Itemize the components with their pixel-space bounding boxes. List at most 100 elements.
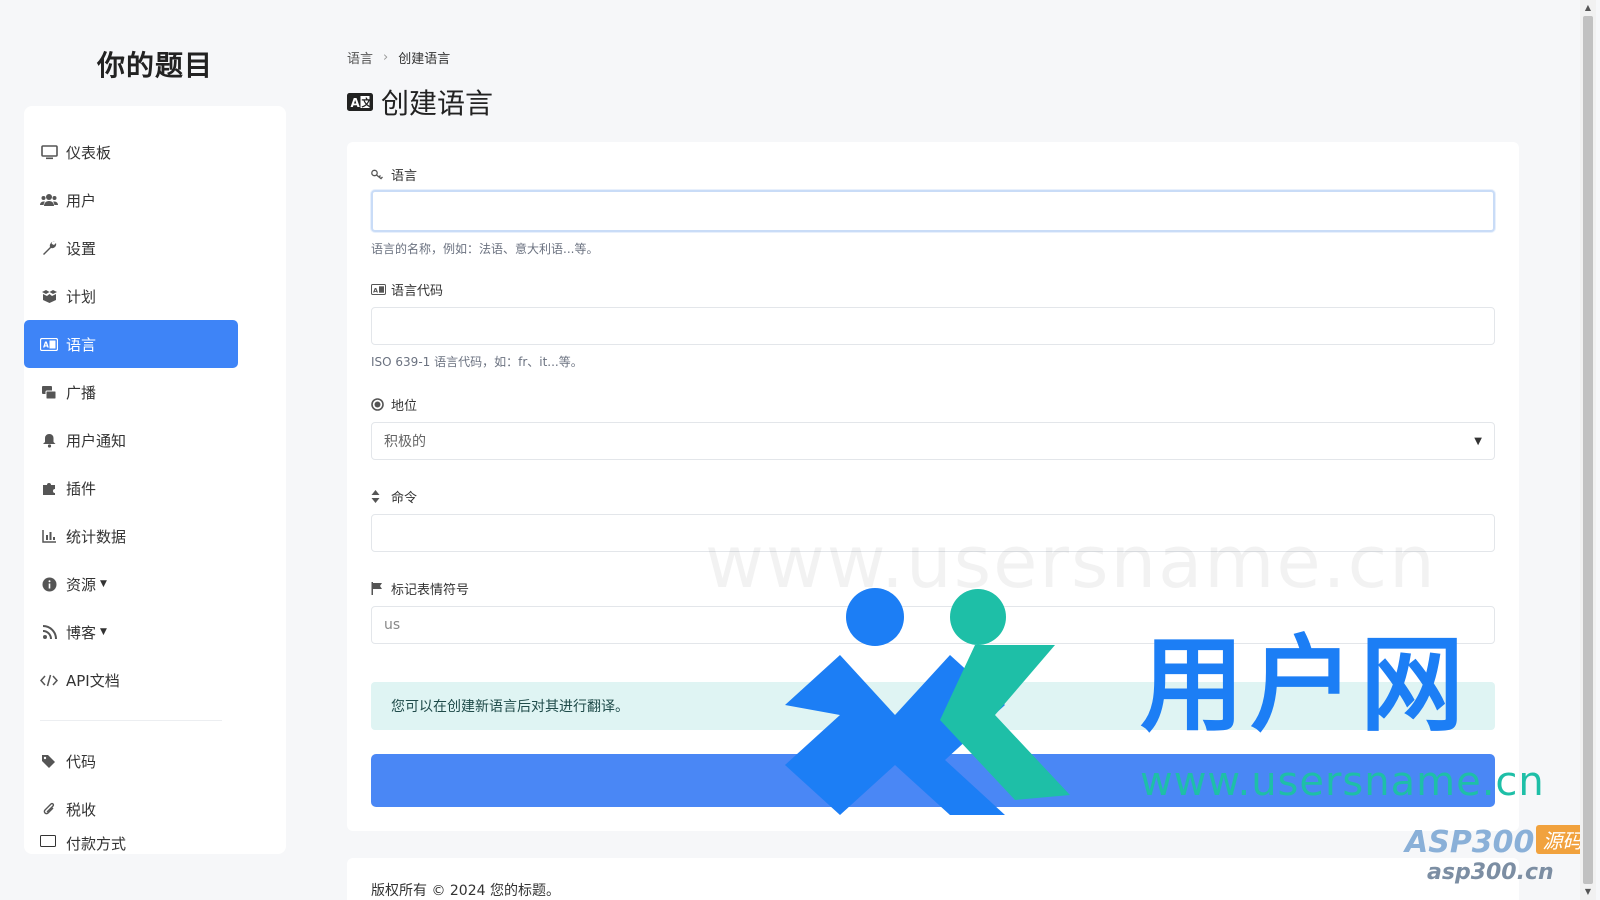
sidebar-item-label: 广播 [66, 383, 97, 402]
order-input[interactable] [371, 514, 1495, 552]
broadcast-icon [40, 383, 58, 401]
sidebar-item-coupons[interactable]: 代码 [24, 737, 238, 785]
submit-button[interactable] [371, 754, 1495, 807]
sidebar-item-users[interactable]: 用户 [24, 176, 238, 224]
breadcrumb-link-languages[interactable]: 语言 [347, 48, 373, 67]
language-label: 语言 [371, 164, 1495, 184]
sidebar-item-label: 代码 [66, 752, 97, 771]
sidebar-item-plans[interactable]: 计划 [24, 272, 238, 320]
code-help-text: ISO 639-1 语言代码，如：fr、it...等。 [371, 355, 583, 369]
flag-label-text: 标记表情符号 [391, 582, 470, 598]
scrollbar-thumb[interactable] [1583, 16, 1593, 884]
monitor-icon [40, 143, 58, 161]
paperclip-icon [40, 800, 58, 818]
svg-text:文: 文 [362, 97, 373, 110]
language-icon: A [40, 335, 58, 353]
sidebar-nav: 仪表板 用户 设置 计划 A 语言 广播 用户通知 插件 统计数据 资源 ▼ 博… [24, 128, 238, 853]
radio-dot-icon [371, 397, 387, 411]
footer-copyright: 版权所有 © 2024 您的标题。 [371, 883, 560, 899]
status-field-group: 地位 积极的 ▼ [371, 394, 1495, 460]
box-icon [40, 287, 58, 305]
language-icon: A [371, 282, 387, 296]
divider [40, 720, 222, 721]
bell-icon [40, 431, 58, 449]
footer: 版权所有 © 2024 您的标题。 [347, 858, 1519, 900]
chevron-down-icon: ▼ [1474, 435, 1482, 447]
sidebar-item-label: 插件 [66, 479, 97, 498]
order-label-text: 命令 [391, 490, 418, 506]
status-selected-value: 积极的 [384, 434, 426, 450]
flag-icon [371, 581, 387, 595]
svg-text:A: A [43, 340, 49, 349]
sidebar-item-plugins[interactable]: 插件 [24, 464, 238, 512]
sidebar-item-label: 用户 [66, 191, 97, 210]
language-label-text: 语言 [391, 168, 418, 184]
sidebar-item-label: 语言 [66, 335, 97, 354]
breadcrumb-current: 创建语言 [398, 52, 451, 67]
sidebar-item-blog[interactable]: 博客 ▼ [24, 608, 238, 656]
code-icon [40, 671, 58, 689]
sidebar-item-label: 仪表板 [66, 143, 112, 162]
status-select[interactable]: 积极的 ▼ [371, 422, 1495, 460]
sidebar-item-broadcast[interactable]: 广播 [24, 368, 238, 416]
rss-icon [40, 623, 58, 641]
sidebar-item-resources[interactable]: 资源 ▼ [24, 560, 238, 608]
sidebar-item-label: 税收 [66, 800, 97, 819]
create-language-form: 语言 语言的名称，例如：法语、意大利语...等。 A 语言代码 ISO 639-… [347, 142, 1519, 831]
sidebar-item-label: 资源 [66, 575, 97, 594]
code-label-text: 语言代码 [391, 283, 444, 299]
info-icon [40, 575, 58, 593]
sidebar-item-label: 用户通知 [66, 431, 127, 450]
language-help-text: 语言的名称，例如：法语、意大利语...等。 [371, 242, 599, 256]
language-icon: A文 [347, 93, 373, 111]
puzzle-icon [40, 479, 58, 497]
sidebar-item-notifications[interactable]: 用户通知 [24, 416, 238, 464]
tags-icon [40, 752, 58, 770]
page-title-text: 创建语言 [381, 87, 494, 120]
sidebar-item-payment-methods[interactable]: 付款方式 [24, 833, 238, 853]
status-label: 地位 [371, 394, 1495, 414]
sidebar-item-settings[interactable]: 设置 [24, 224, 238, 272]
sidebar-item-label: 付款方式 [66, 835, 127, 853]
sidebar-item-taxes[interactable]: 税收 [24, 785, 238, 833]
svg-text:A: A [351, 96, 361, 110]
info-alert-text: 您可以在创建新语言后对其进行翻译。 [391, 699, 629, 715]
language-name-input[interactable] [371, 190, 1495, 232]
card-icon [40, 833, 58, 851]
site-title: 你的题目 [96, 49, 213, 82]
page-scrollbar[interactable]: ▲ ▼ [1580, 0, 1596, 900]
breadcrumb: 语言 › 创建语言 [347, 48, 450, 67]
code-label: A 语言代码 [371, 279, 1495, 299]
page-title: A文 创建语言 [347, 82, 493, 122]
sidebar-item-label: 计划 [66, 287, 97, 306]
wrench-icon [40, 239, 58, 257]
sidebar-item-dashboard[interactable]: 仪表板 [24, 128, 238, 176]
sidebar-item-languages[interactable]: A 语言 [24, 320, 238, 368]
users-icon [40, 191, 58, 209]
sidebar-item-api-docs[interactable]: API文档 [24, 656, 238, 704]
scroll-down-icon[interactable]: ▼ [1580, 884, 1596, 900]
sidebar-item-statistics[interactable]: 统计数据 [24, 512, 238, 560]
flag-emoji-input[interactable]: us [371, 606, 1495, 644]
chevron-down-icon: ▼ [100, 579, 107, 589]
flag-field-group: 标记表情符号 us [371, 578, 1495, 644]
key-icon [371, 167, 387, 181]
language-field-group: 语言 语言的名称，例如：法语、意大利语...等。 [371, 164, 1495, 257]
svg-text:A: A [373, 286, 378, 294]
flag-label: 标记表情符号 [371, 578, 1495, 598]
language-code-input[interactable] [371, 307, 1495, 345]
scroll-up-icon[interactable]: ▲ [1580, 0, 1596, 16]
order-label: 命令 [371, 486, 1495, 506]
info-alert: 您可以在创建新语言后对其进行翻译。 [371, 682, 1495, 730]
chevron-right-icon: › [383, 50, 389, 65]
status-label-text: 地位 [391, 398, 418, 414]
sidebar-item-label: API文档 [66, 671, 120, 690]
sidebar-item-label: 统计数据 [66, 527, 127, 546]
code-field-group: A 语言代码 ISO 639-1 语言代码，如：fr、it...等。 [371, 279, 1495, 370]
chevron-down-icon: ▼ [100, 627, 107, 637]
sort-icon [371, 489, 387, 503]
order-field-group: 命令 [371, 486, 1495, 552]
sidebar-item-label: 博客 [66, 623, 97, 642]
chart-icon [40, 527, 58, 545]
sidebar-item-label: 设置 [66, 239, 97, 258]
